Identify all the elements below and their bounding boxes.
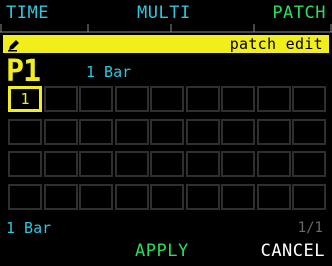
grid-cell[interactable]: [221, 184, 255, 210]
grid-cell[interactable]: [150, 151, 184, 177]
grid-cell[interactable]: [79, 151, 113, 177]
patch-grid: 1: [8, 86, 326, 215]
patch-id: P1: [6, 54, 41, 89]
apply-button[interactable]: APPLY: [135, 241, 189, 261]
grid-cell[interactable]: [79, 184, 113, 210]
grid-cell[interactable]: [292, 119, 326, 145]
grid-cell[interactable]: [44, 184, 78, 210]
pencil-icon: [7, 37, 21, 52]
grid-cell[interactable]: [186, 119, 220, 145]
grid-cell[interactable]: [8, 184, 42, 210]
grid-cell-label: 1: [20, 90, 30, 108]
patch-length[interactable]: 1 Bar: [86, 63, 131, 81]
footer-length: 1 Bar: [6, 219, 52, 237]
grid-cell[interactable]: [44, 151, 78, 177]
grid-cell[interactable]: [186, 184, 220, 210]
grid-cell[interactable]: [44, 119, 78, 145]
grid-cell[interactable]: [79, 86, 113, 112]
grid-cell[interactable]: [221, 119, 255, 145]
grid-cell[interactable]: [257, 151, 291, 177]
tab-time[interactable]: TIME: [6, 3, 49, 23]
grid-cell[interactable]: [115, 151, 149, 177]
grid-cell[interactable]: [8, 119, 42, 145]
grid-cell[interactable]: [292, 86, 326, 112]
tab-ruler: [0, 24, 332, 33]
grid-cell[interactable]: [79, 119, 113, 145]
grid-cell[interactable]: [115, 86, 149, 112]
title-bar: patch edit: [3, 35, 329, 53]
grid-cell[interactable]: [186, 151, 220, 177]
grid-cell[interactable]: [150, 184, 184, 210]
grid-cell[interactable]: [221, 86, 255, 112]
grid-cell[interactable]: [257, 119, 291, 145]
grid-cell[interactable]: [150, 86, 184, 112]
grid-cell[interactable]: [115, 184, 149, 210]
grid-cell[interactable]: [150, 119, 184, 145]
grid-cell[interactable]: [292, 151, 326, 177]
grid-cell[interactable]: [257, 86, 291, 112]
grid-cell[interactable]: [8, 151, 42, 177]
grid-cell[interactable]: [221, 151, 255, 177]
cancel-button[interactable]: CANCEL: [261, 241, 325, 261]
grid-cell[interactable]: [292, 184, 326, 210]
page-title: patch edit: [229, 35, 323, 53]
page-indicator: 1/1: [297, 220, 323, 236]
grid-cell[interactable]: [257, 184, 291, 210]
grid-cell[interactable]: [186, 86, 220, 112]
tab-multi[interactable]: MULTI: [137, 3, 191, 23]
tab-patch[interactable]: PATCH: [272, 3, 326, 23]
grid-cell[interactable]: 1: [8, 86, 42, 112]
grid-cell[interactable]: [44, 86, 78, 112]
grid-cell[interactable]: [115, 119, 149, 145]
